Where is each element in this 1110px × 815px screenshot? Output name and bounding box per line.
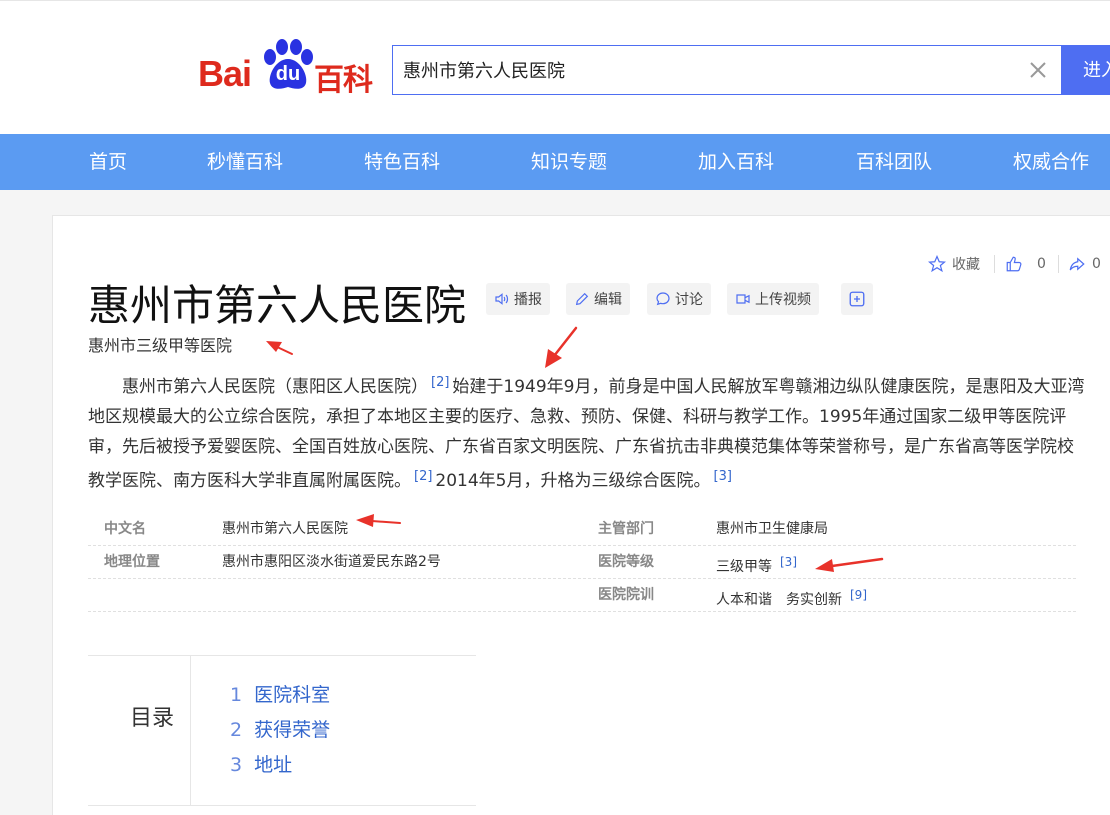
- share-button[interactable]: 0: [1068, 252, 1101, 276]
- info-label: 主管部门: [598, 521, 654, 537]
- video-camera-icon: [736, 294, 750, 304]
- header: Bai du 百科 进入: [0, 0, 1110, 134]
- thumbs-up-icon: [1006, 256, 1022, 272]
- nav-item-team[interactable]: 百科团队: [856, 134, 932, 190]
- reference-link[interactable]: [2]: [411, 469, 435, 484]
- toc-title: 目录: [130, 706, 175, 731]
- star-icon: [928, 255, 946, 273]
- basic-info-row: 地理位置 惠州市惠阳区淡水街道爱民东路2号 医院等级 三级甲等 [3]: [88, 546, 1076, 579]
- nav-item-miaodong[interactable]: 秒懂百科: [207, 134, 283, 190]
- collect-button[interactable]: 收藏: [928, 252, 980, 276]
- page-title: 惠州市第六人民医院: [88, 281, 467, 330]
- reference-link[interactable]: [9]: [842, 588, 867, 602]
- nav-item-topics[interactable]: 知识专题: [531, 134, 607, 190]
- logo-bai-text: Bai: [198, 53, 252, 94]
- info-value: 惠州市卫生健康局: [716, 521, 828, 537]
- nav-item-home[interactable]: 首页: [89, 134, 127, 190]
- toolbar-divider: [1058, 255, 1059, 273]
- upload-video-label: 上传视频: [755, 292, 811, 308]
- info-label: 中文名: [104, 521, 146, 537]
- info-value: 三级甲等 [3]: [716, 555, 797, 575]
- entry-subtitle: 惠州市三级甲等医院: [88, 336, 233, 355]
- like-button[interactable]: 0: [1005, 252, 1046, 276]
- info-value: 惠州市惠阳区淡水街道爱民东路2号: [222, 554, 441, 570]
- search-box: [392, 45, 1062, 95]
- speaker-icon: [495, 293, 509, 305]
- search-input[interactable]: [403, 46, 1013, 94]
- toc-divider: [190, 656, 191, 805]
- entry-summary: 惠州市第六人民医院（惠阳区人民医院） [2] 始建于1949年9月，前身是中国人民解…: [88, 368, 1088, 496]
- discuss-label: 讨论: [675, 292, 703, 308]
- info-value: 人本和谐 务实创新 [9]: [716, 588, 867, 608]
- toc-item-departments[interactable]: 1 医院科室: [230, 680, 330, 707]
- toc-item-honors[interactable]: 2 获得荣誉: [230, 715, 330, 742]
- reference-link[interactable]: [3]: [711, 469, 735, 484]
- basic-info-row: 医院院训 人本和谐 务实创新 [9]: [88, 579, 1076, 612]
- edit-label: 编辑: [594, 292, 622, 308]
- nav-item-authority[interactable]: 权威合作: [1013, 134, 1089, 190]
- share-icon: [1069, 257, 1085, 271]
- edit-button[interactable]: 编辑: [566, 283, 630, 315]
- discuss-button[interactable]: 讨论: [647, 283, 711, 315]
- plus-square-icon: [849, 291, 865, 307]
- upload-video-button[interactable]: 上传视频: [727, 283, 819, 315]
- add-button[interactable]: [841, 283, 873, 315]
- broadcast-button[interactable]: 播报: [486, 283, 550, 315]
- broadcast-label: 播报: [514, 292, 542, 308]
- share-count: 0: [1092, 256, 1101, 272]
- logo-baike-text: 百科: [314, 63, 373, 98]
- summary-text: 惠州市第六人民医院（惠阳区人民医院）: [122, 377, 428, 397]
- info-label: 医院等级: [598, 554, 654, 570]
- reference-link[interactable]: [2]: [428, 375, 452, 390]
- chat-bubble-icon: [656, 292, 670, 306]
- info-value: 惠州市第六人民医院: [222, 521, 348, 537]
- enter-button[interactable]: 进入: [1061, 45, 1110, 95]
- baidu-baike-logo[interactable]: Bai du 百科: [198, 35, 378, 98]
- logo-du-text: du: [275, 63, 301, 85]
- info-label: 医院院训: [598, 587, 654, 603]
- main-nav: 首页 秒懂百科 特色百科 知识专题 加入百科 百科团队 权威合作: [0, 134, 1110, 190]
- reference-link[interactable]: [3]: [772, 555, 797, 569]
- like-count: 0: [1037, 256, 1046, 272]
- nav-item-special[interactable]: 特色百科: [364, 134, 440, 190]
- collect-label: 收藏: [952, 257, 980, 273]
- clear-icon[interactable]: [1026, 58, 1050, 82]
- toolbar-divider: [994, 255, 995, 273]
- summary-text: 2014年5月，升格为三级综合医院。: [435, 471, 711, 491]
- info-label: 地理位置: [104, 554, 160, 570]
- pencil-icon: [575, 292, 589, 306]
- basic-info-row: 中文名 惠州市第六人民医院 主管部门 惠州市卫生健康局: [88, 513, 1076, 546]
- toc-item-address[interactable]: 3 地址: [230, 750, 292, 777]
- table-of-contents: 目录 1 医院科室 2 获得荣誉 3 地址: [88, 655, 476, 806]
- nav-item-join[interactable]: 加入百科: [698, 134, 774, 190]
